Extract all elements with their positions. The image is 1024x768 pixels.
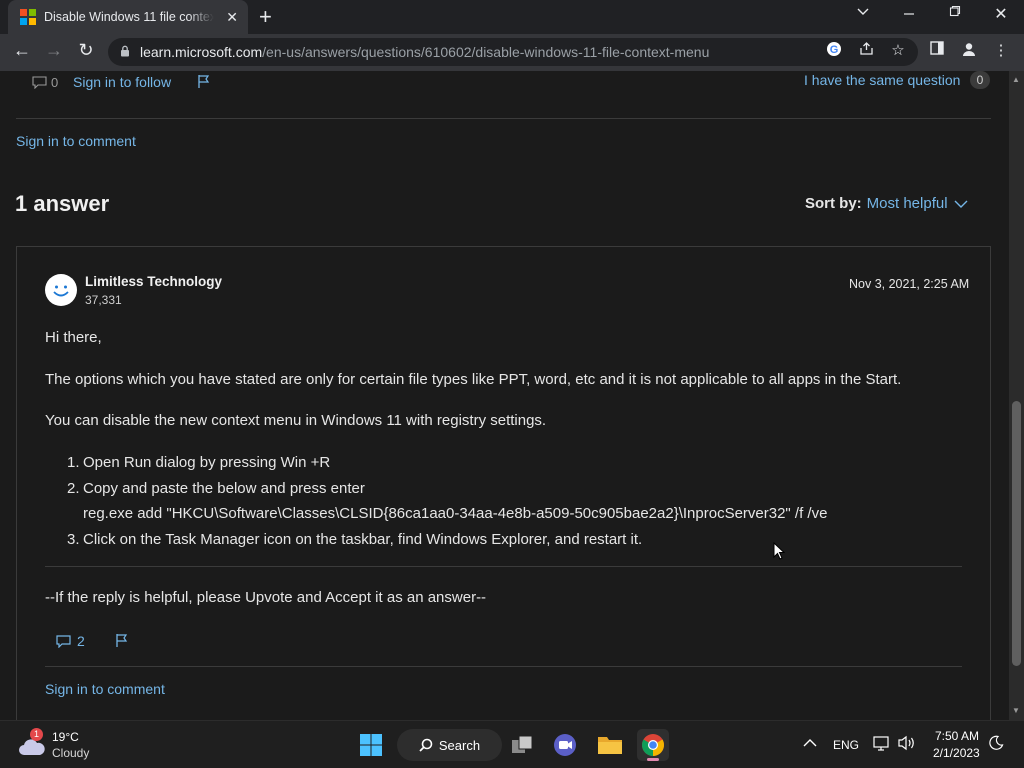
tab-close-icon[interactable]: ✕ (226, 9, 238, 26)
sort-label: Sort by: (805, 195, 862, 212)
divider (16, 118, 991, 119)
answer-date: Nov 3, 2021, 2:25 AM (849, 277, 970, 291)
address-bar[interactable]: learn.microsoft.com/en-us/answers/questi… (108, 38, 918, 66)
question-sign-in-to-comment-link[interactable]: Sign in to comment (16, 133, 136, 149)
same-question-count: 0 (970, 71, 990, 89)
author-reputation: 37,331 (85, 293, 122, 307)
clock-time[interactable]: 7:50 AM (935, 729, 979, 743)
list-item: 1. Open Run dialog by pressing Win +R (67, 454, 331, 471)
browser-toolbar: ← → ↻ learn.microsoft.com/en-us/answers/… (0, 34, 1024, 71)
answer-greeting: Hi there, (45, 329, 102, 346)
page-scrollbar[interactable]: ▲ ▼ (1009, 71, 1024, 720)
scroll-up-icon[interactable]: ▲ (1012, 75, 1020, 84)
task-view-icon[interactable] (506, 729, 538, 761)
answer-paragraph-2: You can disable the new context menu in … (45, 412, 547, 429)
file-explorer-icon[interactable] (594, 729, 626, 761)
kebab-menu-icon[interactable]: ⋮ (990, 41, 1012, 59)
language-indicator[interactable]: ENG (833, 738, 859, 752)
tab-title: Disable Windows 11 file context m (44, 10, 214, 24)
windows-logo-icon (360, 734, 382, 756)
sign-in-to-follow-link[interactable]: Sign in to follow (73, 74, 171, 90)
weather-badge: 1 (30, 728, 43, 741)
registry-command: reg.exe add "HKCU\Software\Classes\CLSID… (83, 505, 828, 522)
chevron-down-icon (954, 200, 968, 208)
share-icon[interactable] (855, 41, 877, 60)
browser-tab-strip: Disable Windows 11 file context m ✕ + ✕ (0, 0, 1024, 34)
answer-card: Limitless Technology 37,331 Nov 3, 2021,… (16, 246, 991, 720)
volume-icon[interactable] (897, 735, 917, 756)
chrome-app-icon[interactable] (637, 729, 669, 761)
reload-icon[interactable]: ↻ (74, 40, 98, 61)
tab-search-chevron-icon[interactable] (840, 4, 886, 22)
new-tab-icon[interactable]: + (259, 4, 272, 30)
same-question-button[interactable]: I have the same question (804, 72, 960, 88)
google-icon[interactable]: G (823, 41, 845, 61)
forward-icon[interactable]: → (42, 40, 66, 61)
url-host: learn.microsoft.com (140, 44, 263, 60)
profile-icon[interactable] (958, 41, 980, 61)
flag-icon[interactable] (115, 633, 129, 653)
steps-list: 1. Open Run dialog by pressing Win +R 2.… (67, 454, 967, 557)
search-icon (419, 738, 433, 752)
show-hidden-icons-chevron-icon[interactable] (803, 735, 817, 753)
url-path: /en-us/answers/questions/610602/disable-… (262, 44, 710, 60)
divider (45, 566, 962, 567)
weather-widget[interactable]: 1 (18, 728, 46, 759)
answer-author[interactable]: Limitless Technology (85, 274, 222, 289)
answer-paragraph-1: The options which you have stated are on… (45, 371, 902, 388)
lock-icon[interactable] (120, 45, 130, 60)
weather-condition: Cloudy (52, 746, 90, 760)
clock-date[interactable]: 2/1/2023 (933, 746, 980, 760)
taskbar-search-button[interactable]: Search (397, 729, 502, 761)
scrollbar-thumb[interactable] (1012, 401, 1021, 666)
active-app-indicator (647, 758, 659, 761)
side-panel-icon[interactable] (926, 41, 948, 59)
comment-icon (32, 76, 47, 89)
answer-signature: --If the reply is helpful, please Upvote… (45, 589, 487, 606)
window-close-icon[interactable]: ✕ (978, 4, 1024, 24)
start-button[interactable] (355, 729, 387, 761)
star-icon[interactable]: ☆ (887, 41, 909, 59)
network-icon[interactable] (873, 735, 891, 756)
windows-taskbar: 1 19°C Cloudy Search ENG 7:50 AM 2/1/202… (0, 720, 1024, 768)
comment-icon (56, 634, 71, 648)
answers-count-heading: 1 answer (15, 191, 110, 216)
answer-sign-in-to-comment-link[interactable]: Sign in to comment (45, 681, 165, 697)
restore-icon[interactable] (932, 4, 978, 22)
mouse-cursor-icon (773, 541, 786, 565)
weather-temperature: 19°C (52, 730, 79, 744)
avatar[interactable] (45, 274, 77, 306)
sort-dropdown[interactable]: Sort by: Most helpful (805, 195, 968, 212)
back-icon[interactable]: ← (10, 40, 34, 61)
browser-tab[interactable]: Disable Windows 11 file context m ✕ (8, 0, 248, 34)
list-item: 3. Click on the Task Manager icon on the… (67, 531, 643, 548)
teams-chat-icon[interactable] (549, 729, 581, 761)
scroll-down-icon[interactable]: ▼ (1012, 706, 1020, 715)
answer-comments-button[interactable]: 2 (56, 633, 85, 649)
list-item: 2. Copy and paste the below and press en… (67, 480, 365, 497)
minimize-icon[interactable] (886, 4, 932, 23)
do-not-disturb-icon[interactable] (988, 735, 1004, 756)
svg-text:G: G (830, 44, 839, 56)
question-comment-count[interactable]: 0 (32, 75, 58, 90)
page-content: 0 Sign in to follow I have the same ques… (0, 71, 1009, 720)
microsoft-logo-icon (20, 9, 36, 25)
flag-icon[interactable] (197, 74, 211, 94)
sort-value: Most helpful (866, 195, 948, 212)
divider (45, 666, 962, 667)
